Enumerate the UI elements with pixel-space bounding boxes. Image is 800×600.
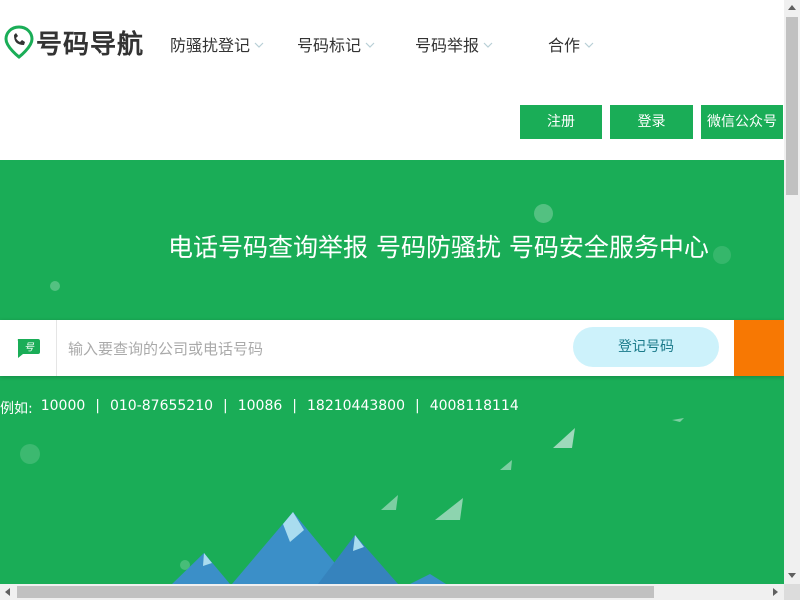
nav-item-label: 号码标记 — [297, 36, 362, 55]
nav-item-cooperation[interactable]: 合作 — [548, 32, 594, 56]
chevron-down-icon — [254, 42, 264, 48]
nav-item-anti-harassment[interactable]: 防骚扰登记 — [170, 32, 264, 56]
scrollbar-corner — [784, 584, 800, 600]
logo[interactable]: 号码导航 — [4, 24, 144, 60]
vertical-scroll-thumb[interactable] — [786, 17, 798, 195]
mountain-illustration — [172, 418, 684, 584]
register-button[interactable]: 注册 — [520, 105, 602, 139]
horizontal-scroll-thumb[interactable] — [17, 586, 654, 598]
phone-pin-icon — [4, 25, 34, 59]
nav-item-mark[interactable]: 号码标记 — [297, 32, 375, 56]
chevron-down-icon — [483, 42, 493, 48]
chevron-down-icon — [365, 42, 375, 48]
chevron-down-icon — [584, 42, 594, 48]
nav-item-label: 防骚扰登记 — [170, 36, 251, 55]
wechat-account-button[interactable]: 微信公众号 — [701, 105, 783, 139]
login-button[interactable]: 登录 — [610, 105, 693, 139]
nav-item-label: 合作 — [548, 36, 581, 55]
nav-item-report[interactable]: 号码举报 — [415, 32, 493, 56]
scroll-right-icon[interactable] — [773, 588, 778, 596]
logo-text: 号码导航 — [36, 29, 145, 60]
vertical-scrollbar[interactable] — [784, 0, 800, 584]
nav-item-label: 号码举报 — [415, 36, 480, 55]
scroll-down-icon[interactable] — [788, 573, 796, 578]
scroll-left-icon[interactable] — [5, 588, 10, 596]
header: 号码导航 防骚扰登记 号码标记 号码举报 合作 注册 登录 微信公众号 — [0, 0, 784, 160]
horizontal-scrollbar[interactable] — [0, 584, 784, 600]
hero-banner: 电话号码查询举报 号码防骚扰 号码安全服务中心 号 登记号码 例如: 10000… — [0, 160, 784, 584]
scroll-up-icon[interactable] — [788, 5, 796, 10]
